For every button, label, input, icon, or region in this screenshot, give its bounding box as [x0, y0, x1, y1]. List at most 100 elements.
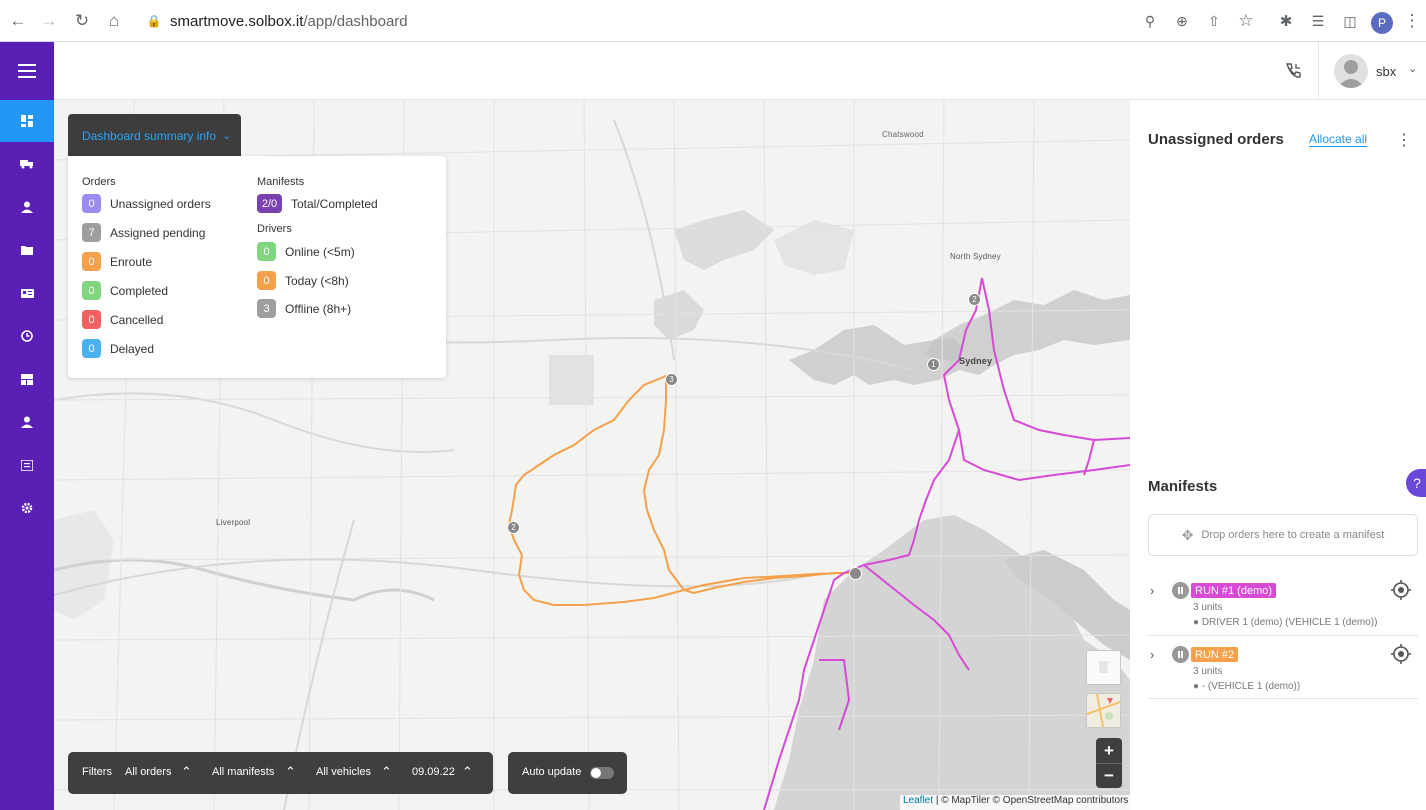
manifest-dropzone[interactable]: ✥ Drop orders here to create a manifest — [1148, 514, 1418, 556]
locate-icon[interactable] — [1390, 643, 1412, 670]
side-panel-icon[interactable]: ◫ — [1338, 9, 1362, 33]
zoom-icon[interactable]: ⊕ — [1170, 9, 1194, 33]
star-icon[interactable]: ☆ — [1234, 9, 1258, 33]
zoom-out-button[interactable]: − — [1096, 763, 1122, 788]
manifests-title: Manifests — [1148, 478, 1218, 495]
sidebar-item-files[interactable] — [0, 229, 54, 271]
chevron-up-icon[interactable]: ⌃ — [462, 764, 473, 780]
address-bar[interactable]: smartmove.solbox.it/app/dashboard — [170, 13, 408, 30]
count-badge: 0 — [82, 194, 101, 213]
media-icon[interactable]: ☰ — [1306, 9, 1330, 33]
vehicles-filter[interactable]: All vehicles — [316, 766, 371, 778]
avatar[interactable] — [1334, 54, 1368, 88]
chevron-up-icon[interactable]: ⌃ — [381, 764, 392, 780]
sidebar-item-reports[interactable] — [0, 444, 54, 486]
date-filter[interactable]: 09.09.22 — [412, 766, 455, 778]
hamburger-menu-icon[interactable] — [0, 42, 54, 100]
map-marker[interactable]: 1 — [927, 358, 940, 371]
filters-label: Filters — [82, 766, 112, 778]
forward-icon[interactable]: → — [37, 9, 61, 33]
map-marker[interactable]: 2 — [968, 293, 981, 306]
share-icon[interactable]: ⇧ — [1202, 9, 1226, 33]
route-run-2 — [507, 374, 854, 606]
sidebar-item-cards[interactable] — [0, 272, 54, 314]
kebab-menu-icon[interactable]: ⋮ — [1400, 9, 1424, 33]
clock-icon — [21, 330, 33, 342]
map-marker[interactable]: 2 — [507, 521, 520, 534]
summary-toggle-button[interactable]: Dashboard summary info ⌄ — [68, 114, 241, 157]
sidebar-item-users[interactable] — [0, 401, 54, 443]
divider — [1318, 42, 1319, 100]
zoom-in-button[interactable]: + — [1096, 738, 1122, 763]
chevron-right-icon[interactable]: › — [1150, 583, 1154, 598]
stat-label: Unassigned orders — [110, 196, 211, 211]
chevron-right-icon[interactable]: › — [1150, 647, 1154, 662]
pause-icon[interactable] — [1172, 582, 1189, 599]
profile-avatar[interactable]: P — [1371, 12, 1393, 34]
settings-icon — [21, 502, 33, 514]
count-badge: 2/0 — [257, 194, 282, 213]
person-icon — [21, 201, 33, 213]
truck-icon — [20, 160, 33, 169]
user-icon — [21, 416, 33, 428]
chevron-up-icon[interactable]: ⌃ — [181, 764, 192, 780]
right-panel: Unassigned orders Allocate all ⋮ Manifes… — [1130, 100, 1426, 810]
summary-toggle-label: Dashboard summary info — [82, 128, 217, 143]
count-badge: 0 — [82, 310, 101, 329]
app-header: sbx ⌄ — [54, 42, 1426, 100]
leaflet-link[interactable]: Leaflet — [903, 795, 933, 806]
dropzone-text: Drop orders here to create a manifest — [1201, 529, 1385, 541]
orders-filter[interactable]: All orders — [125, 766, 171, 778]
map-label-north-sydney: North Sydney — [950, 252, 1001, 261]
stat-label: Today (<8h) — [285, 273, 349, 288]
auto-update-toggle[interactable] — [590, 767, 614, 779]
sidebar-item-history[interactable] — [0, 315, 54, 357]
sidebar-item-drivers[interactable] — [0, 186, 54, 228]
map-label-chatswood: Chatswood — [882, 130, 924, 139]
chevron-up-icon[interactable]: ⌃ — [285, 764, 296, 780]
user-name[interactable]: sbx — [1376, 64, 1396, 79]
sidebar-item-dashboard[interactable] — [0, 100, 54, 142]
more-options-icon[interactable]: ⋮ — [1396, 130, 1412, 150]
stat-manifests: 2/0 Total/Completed — [257, 194, 378, 213]
stat-completed: 0 Completed — [82, 281, 168, 300]
dashboard-icon — [21, 115, 33, 127]
stat-label: Online (<5m) — [285, 244, 355, 259]
folder-icon — [21, 246, 33, 255]
manifest-run-2[interactable]: › RUN #2 3 units ● - (VEHICLE 1 (demo)) — [1148, 644, 1418, 699]
id-card-icon — [20, 288, 34, 298]
allocate-all-link[interactable]: Allocate all — [1309, 132, 1368, 147]
extensions-icon[interactable]: ✱ — [1274, 9, 1298, 33]
back-icon[interactable]: ← — [6, 9, 30, 33]
sidebar-item-vehicles[interactable] — [0, 143, 54, 185]
manifests-filter[interactable]: All manifests — [212, 766, 274, 778]
attribution-text: | © MapTiler © OpenStreetMap contributor… — [935, 795, 1129, 806]
locate-icon[interactable] — [1390, 579, 1412, 606]
orders-heading: Orders — [82, 176, 116, 188]
home-icon[interactable]: ⌂ — [102, 9, 126, 33]
unassigned-orders-title: Unassigned orders — [1148, 131, 1284, 148]
phone-icon[interactable] — [1284, 62, 1302, 85]
chevron-down-icon[interactable]: ⌄ — [1408, 62, 1417, 75]
stat-cancelled: 0 Cancelled — [82, 310, 163, 329]
auto-update-label: Auto update — [522, 766, 582, 778]
list-icon — [21, 459, 33, 471]
pause-icon[interactable] — [1172, 646, 1189, 663]
count-badge: 3 — [257, 299, 276, 318]
stat-label: Enroute — [110, 254, 153, 269]
map-label-sydney: Sydney — [959, 356, 993, 366]
reload-icon[interactable]: ↻ — [70, 9, 94, 33]
map-layer-button[interactable] — [1086, 693, 1121, 728]
depot-marker[interactable] — [849, 567, 862, 580]
sidebar-item-settings[interactable] — [0, 487, 54, 529]
stat-online: 0 Online (<5m) — [257, 242, 355, 261]
key-icon[interactable]: ⚲ — [1138, 9, 1162, 33]
sidebar-item-layout[interactable] — [0, 358, 54, 400]
grid-icon — [21, 373, 33, 385]
map-marker[interactable]: 3 — [665, 373, 678, 386]
help-button[interactable]: ? — [1406, 469, 1426, 497]
manifest-run-1[interactable]: › RUN #1 (demo) 3 units ● DRIVER 1 (demo… — [1148, 580, 1418, 636]
stat-label: Cancelled — [110, 312, 164, 327]
run-units: 3 units — [1193, 666, 1223, 677]
map-layer-button[interactable] — [1086, 650, 1121, 685]
